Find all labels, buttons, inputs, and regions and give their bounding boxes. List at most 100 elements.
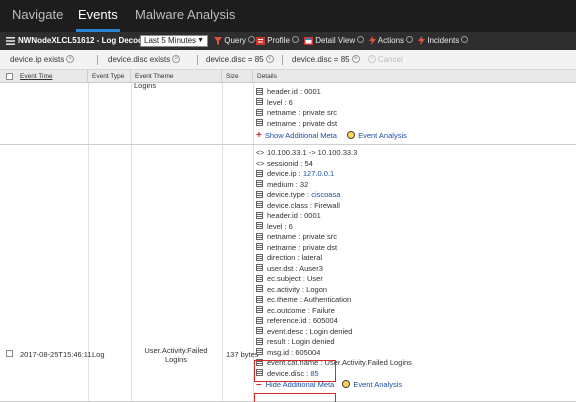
meta-key: ec.activity : Logon: [267, 284, 328, 294]
meta-key: user.dst : Auser3: [267, 263, 323, 273]
meta-item[interactable]: netname : private dst: [256, 119, 337, 130]
filter-bar: device.ip exists × device.disc exists × de…: [0, 50, 576, 70]
meta-item[interactable]: device.type : ciscoasa: [256, 190, 340, 201]
column-event-theme[interactable]: Event Theme: [131, 70, 222, 83]
query-label: Query: [224, 36, 247, 45]
event-time: 2017-08-25T15:46:11: [20, 350, 92, 359]
column-event-time[interactable]: Event Time: [16, 70, 88, 83]
show-additional-meta-link[interactable]: Show Additional Meta: [265, 131, 337, 140]
meta-item[interactable]: ec.activity : Logon: [256, 285, 327, 296]
event-analysis-icon: [342, 380, 351, 389]
meta-item[interactable]: ec.theme : Authentication: [256, 295, 351, 306]
event-analysis-label: Event Analysis: [358, 131, 407, 140]
meta-item[interactable]: event.desc : Login denied: [256, 327, 352, 338]
meta-item[interactable]: ec.outcome : Failure: [256, 306, 335, 317]
meta-item[interactable]: ec.subject : User: [256, 274, 323, 285]
meta-item[interactable]: header.id : 0001: [256, 87, 321, 98]
meta-item[interactable]: level : 6: [256, 98, 293, 109]
profile-label: Profile: [267, 36, 290, 45]
meta-icon: [256, 243, 263, 251]
close-icon[interactable]: ×: [351, 54, 360, 63]
close-icon[interactable]: ×: [66, 54, 75, 63]
row-checkbox[interactable]: [6, 350, 13, 357]
actions-menu[interactable]: Actions: [369, 32, 414, 50]
meta-text: header.id : 0001: [267, 87, 321, 96]
filter-chip[interactable]: device.disc = 85 ×: [206, 50, 274, 70]
meta-key: header.id : 0001: [267, 211, 321, 220]
time-range-select[interactable]: Last 5 Minutes ▼: [140, 35, 208, 47]
column-divider: [253, 83, 254, 144]
time-range-value: Last 5 Minutes: [144, 36, 197, 45]
table-row[interactable]: 2017-08-25T15:46:11 Log User.Activity.Fa…: [0, 145, 576, 402]
tab-events[interactable]: Events: [76, 0, 120, 32]
lightning-icon: [369, 36, 376, 46]
cancel-button[interactable]: × Cancel: [366, 54, 403, 64]
session-id[interactable]: <> sessionid : 54: [256, 159, 313, 170]
meta-item[interactable]: netname : private src: [256, 108, 337, 119]
meta-key: ec.outcome : Failure: [267, 305, 335, 315]
divider: [97, 55, 98, 65]
table-row[interactable]: Logins header.id : 0001 level : 6 netnam…: [0, 83, 576, 145]
meta-icon: [256, 306, 263, 314]
event-theme: Logins: [134, 83, 157, 90]
meta-value[interactable]: 127.0.0.1: [303, 169, 334, 178]
meta-item[interactable]: header.id : 0001: [256, 211, 321, 222]
tab-navigate[interactable]: Navigate: [12, 0, 63, 32]
meta-item[interactable]: msg.id : 605004: [256, 348, 320, 359]
menu-icon[interactable]: [6, 32, 15, 50]
meta-item[interactable]: user.dst : Auser3: [256, 264, 323, 275]
query-menu[interactable]: Query: [214, 32, 256, 50]
meta-item[interactable]: result : Login denied: [256, 337, 335, 348]
meta-actions: + Show Additional Meta Event Analysis: [256, 130, 407, 141]
meta-value[interactable]: ciscoasa: [311, 190, 340, 199]
highlight-box-outcome: [254, 393, 336, 402]
column-label: Details: [257, 73, 277, 80]
meta-item[interactable]: netname : private dst: [256, 243, 337, 254]
profile-menu[interactable]: Profile: [256, 32, 299, 50]
meta-item[interactable]: netname : private src: [256, 232, 337, 243]
meta-icon: [256, 327, 263, 335]
detail-view-label: Detail View: [315, 36, 356, 45]
filter-chip-label: device.disc = 85: [206, 55, 264, 64]
meta-key: medium : 32: [267, 179, 309, 189]
filter-chip[interactable]: device.ip exists ×: [10, 50, 75, 70]
meta-item[interactable]: medium : 32: [256, 180, 308, 191]
meta-item[interactable]: device.class : Firewall: [256, 201, 340, 212]
divider: [197, 55, 198, 65]
meta-item[interactable]: level : 6: [256, 222, 293, 233]
detail-view-menu[interactable]: Detail View: [304, 32, 365, 50]
table-header: Event Time Event Type Event Theme Size D…: [0, 70, 576, 83]
chevron-icon: [406, 36, 414, 44]
close-icon[interactable]: ×: [172, 54, 181, 63]
meta-icon: [256, 201, 263, 209]
event-analysis-link[interactable]: Event Analysis: [347, 131, 407, 140]
meta-item[interactable]: direction : lateral: [256, 253, 322, 264]
column-size[interactable]: Size: [222, 70, 253, 83]
column-event-type[interactable]: Event Type: [88, 70, 131, 83]
chevron-down-icon: ▼: [197, 37, 204, 44]
meta-text: 10.100.33.1 -> 10.100.33.3: [267, 148, 358, 157]
meta-key: device.ip :: [267, 169, 303, 178]
column-divider: [88, 83, 89, 144]
meta-key: reference.id : 605004: [267, 316, 338, 325]
detail-view-icon: [304, 36, 313, 45]
tab-malware-analysis[interactable]: Malware Analysis: [135, 0, 235, 32]
meta-icon: [256, 87, 263, 95]
close-icon[interactable]: ×: [265, 54, 274, 63]
plus-icon[interactable]: +: [256, 130, 262, 141]
chevron-icon: [461, 36, 469, 44]
profile-icon: [256, 36, 265, 45]
select-all-checkbox[interactable]: [6, 73, 13, 80]
column-label: Event Time: [20, 73, 53, 80]
meta-item[interactable]: device.ip : 127.0.0.1: [256, 169, 334, 180]
filter-chip-pending[interactable]: device.disc = 85 × × Cancel: [292, 50, 403, 70]
column-details[interactable]: Details: [253, 70, 576, 83]
incidents-menu[interactable]: Incidents: [418, 32, 469, 50]
meta-item[interactable]: reference.id : 605004: [256, 316, 338, 327]
ip-flow[interactable]: <> 10.100.33.1 -> 10.100.33.3: [256, 148, 357, 159]
highlight-box-subject-activity: [254, 360, 336, 382]
column-divider: [131, 83, 132, 144]
event-analysis-link[interactable]: Event Analysis: [342, 380, 402, 389]
meta-text: netname : private dst: [267, 118, 338, 128]
filter-chip[interactable]: device.disc exists ×: [108, 50, 181, 70]
